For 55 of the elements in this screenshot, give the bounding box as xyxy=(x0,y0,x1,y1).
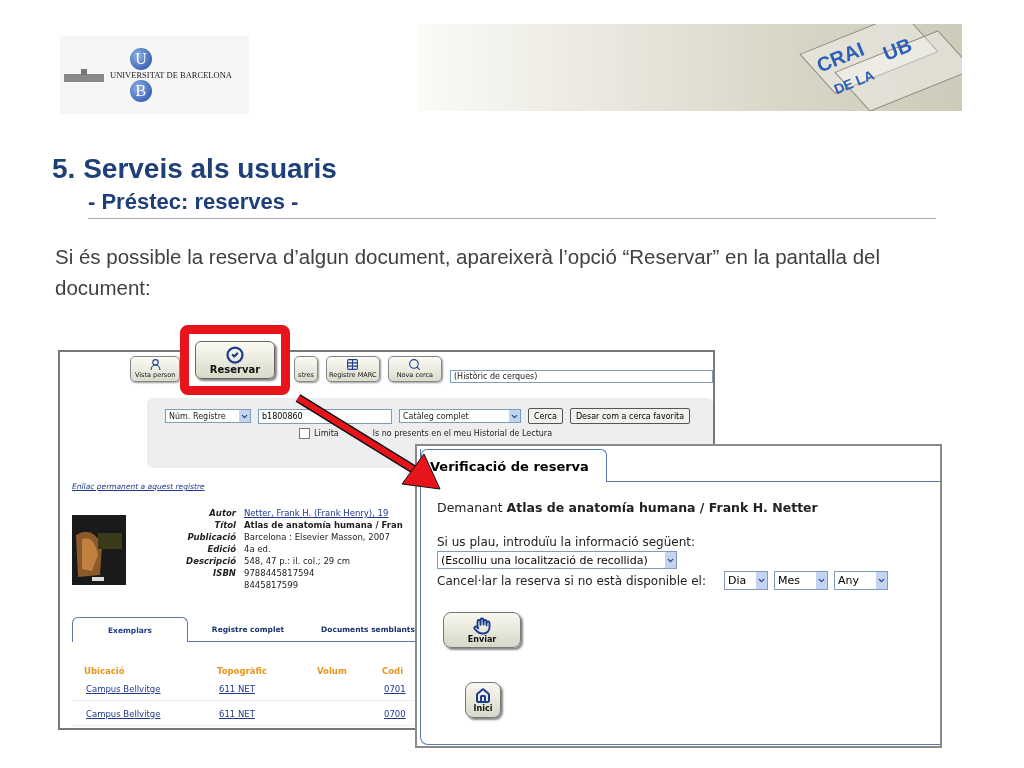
logo-letter: U xyxy=(129,48,152,70)
field-label: Títol xyxy=(213,519,236,531)
table-cell[interactable]: 611 NET xyxy=(219,684,319,694)
search-icon xyxy=(408,358,422,371)
author-link[interactable]: Netter, Frank H. (Frank Henry), 19 xyxy=(244,507,403,519)
field-value: Atlas de anatomía humana / Fran xyxy=(244,519,403,531)
hand-icon xyxy=(473,616,491,635)
table-cell[interactable]: Campus Bellvitge xyxy=(86,684,219,694)
banner-logo-text: DE LA xyxy=(831,66,877,98)
catalog-select[interactable]: Catàleg complet xyxy=(399,409,521,423)
search-button[interactable]: Desar com a cerca favorita xyxy=(569,408,691,424)
request-text: Demanant Atlas de anatomía humana / Frank H. Netter xyxy=(437,500,819,515)
slide-title: 5. Serveis als usuaris xyxy=(52,152,338,186)
field-value: 4a ed. xyxy=(244,543,272,555)
field-value: 8445817599 xyxy=(244,579,300,591)
dialog-tab[interactable]: Verificació de reserva xyxy=(421,449,607,482)
field-label: Edició xyxy=(206,543,236,555)
home-button[interactable]: Inici xyxy=(465,682,501,718)
column-header: Codi xyxy=(382,666,405,676)
table-icon xyxy=(346,358,360,371)
column-header: Ubicació xyxy=(84,666,126,676)
checkbox-label: ls no presents en el meu Historial de Lectura xyxy=(372,429,553,438)
slide-text: Si és possible la reserva d’algun document, apareixerà l’opció “Reservar” en la pantalla del document: xyxy=(55,244,881,301)
field-value: 548, 47 p.: il. col.; 29 cm xyxy=(244,555,351,567)
field-value: 9788445817594 xyxy=(244,567,316,579)
home-icon xyxy=(475,687,491,704)
date-select[interactable]: Any xyxy=(834,571,888,590)
reserve-button[interactable]: Reservar xyxy=(195,341,275,379)
check-icon xyxy=(226,345,244,364)
person-icon xyxy=(148,358,162,371)
prompt-text: Si us plau, introduïu la informació següent: xyxy=(437,535,697,549)
send-button[interactable]: Enviar xyxy=(443,612,521,648)
field-select[interactable]: Núm. Registre xyxy=(165,409,251,423)
banner-logo-text: UB xyxy=(879,33,916,66)
table-cell[interactable]: 611 NET xyxy=(219,709,319,719)
university-name: UNIVERSITAT DE BARCELONA xyxy=(110,70,232,80)
checkbox-label: Limita xyxy=(314,429,339,438)
checkbox[interactable] xyxy=(299,428,310,439)
column-header: Volum xyxy=(317,666,348,676)
pickup-select[interactable]: (Escolliu una localització de recollida) xyxy=(437,551,677,569)
table-cell[interactable]: Campus Bellvitge xyxy=(86,709,219,719)
field-label: Publicació xyxy=(186,531,236,543)
field-label: ISBN xyxy=(212,567,236,579)
field-label: Descripció xyxy=(185,555,236,567)
history-select[interactable]: (Històric de cerques) xyxy=(450,370,713,383)
field-label: Autor xyxy=(208,507,236,519)
cancel-label: Cancel·lar la reserva si no està disponible el: xyxy=(437,573,706,588)
search-button[interactable]: Cerca xyxy=(528,408,563,424)
date-select[interactable]: Dia xyxy=(724,571,768,590)
building-icon xyxy=(64,68,104,82)
logo-letter: B xyxy=(129,80,152,102)
date-select[interactable]: Mes xyxy=(774,571,828,590)
column-header: Topogràfic xyxy=(217,666,268,676)
slide-subtitle: - Préstec: reserves - xyxy=(88,188,300,216)
field-value: Barcelona : Elsevier Masson, 2007 xyxy=(244,531,391,543)
